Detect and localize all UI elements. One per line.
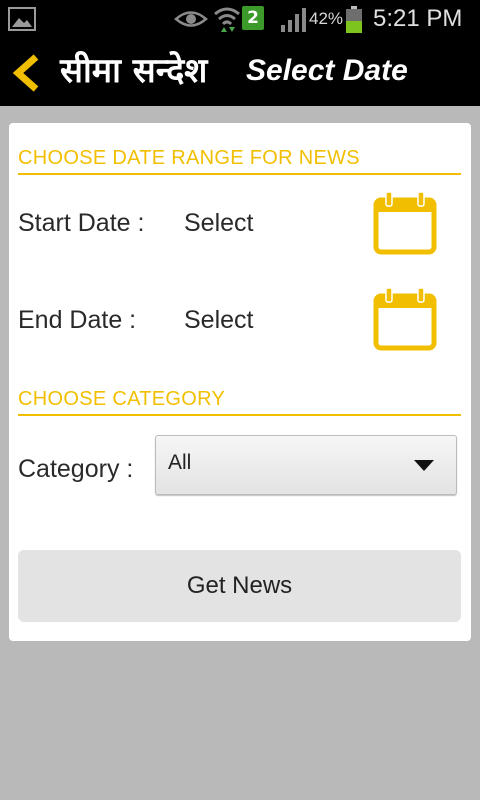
- end-date-label: End Date :: [18, 306, 137, 334]
- end-date-calendar-icon[interactable]: [372, 287, 438, 353]
- notification-badge: 2: [242, 6, 264, 30]
- signal-icon: [281, 8, 306, 32]
- clock: 5:21 PM: [373, 5, 463, 32]
- chevron-left-icon[interactable]: [8, 54, 48, 92]
- page-title: Select Date: [246, 54, 408, 87]
- category-selected-value: All: [168, 451, 192, 474]
- action-bar: सीमा सन्देश Select Date: [0, 38, 480, 106]
- start-date-label: Start Date :: [18, 209, 145, 237]
- battery-percent: 42%: [309, 9, 344, 28]
- status-bar: 2 42% 5:21 PM: [0, 0, 480, 38]
- category-dropdown[interactable]: All: [155, 435, 457, 495]
- dropdown-arrow-icon: [414, 460, 434, 471]
- start-date-value[interactable]: Select: [184, 209, 253, 238]
- category-header: CHOOSE CATEGORY: [18, 388, 461, 416]
- app-brand: सीमा सन्देश: [60, 51, 208, 91]
- category-label: Category :: [18, 455, 134, 483]
- date-range-header: CHOOSE DATE RANGE FOR NEWS: [18, 147, 461, 175]
- get-news-button[interactable]: Get News: [18, 550, 461, 622]
- end-date-value[interactable]: Select: [184, 306, 253, 335]
- date-selection-card: CHOOSE DATE RANGE FOR NEWS Start Date : …: [9, 123, 471, 641]
- wifi-icon: [214, 7, 240, 32]
- eye-icon: [174, 11, 208, 27]
- battery-icon: [346, 6, 362, 33]
- start-date-calendar-icon[interactable]: [372, 191, 438, 257]
- gallery-icon: [8, 7, 36, 31]
